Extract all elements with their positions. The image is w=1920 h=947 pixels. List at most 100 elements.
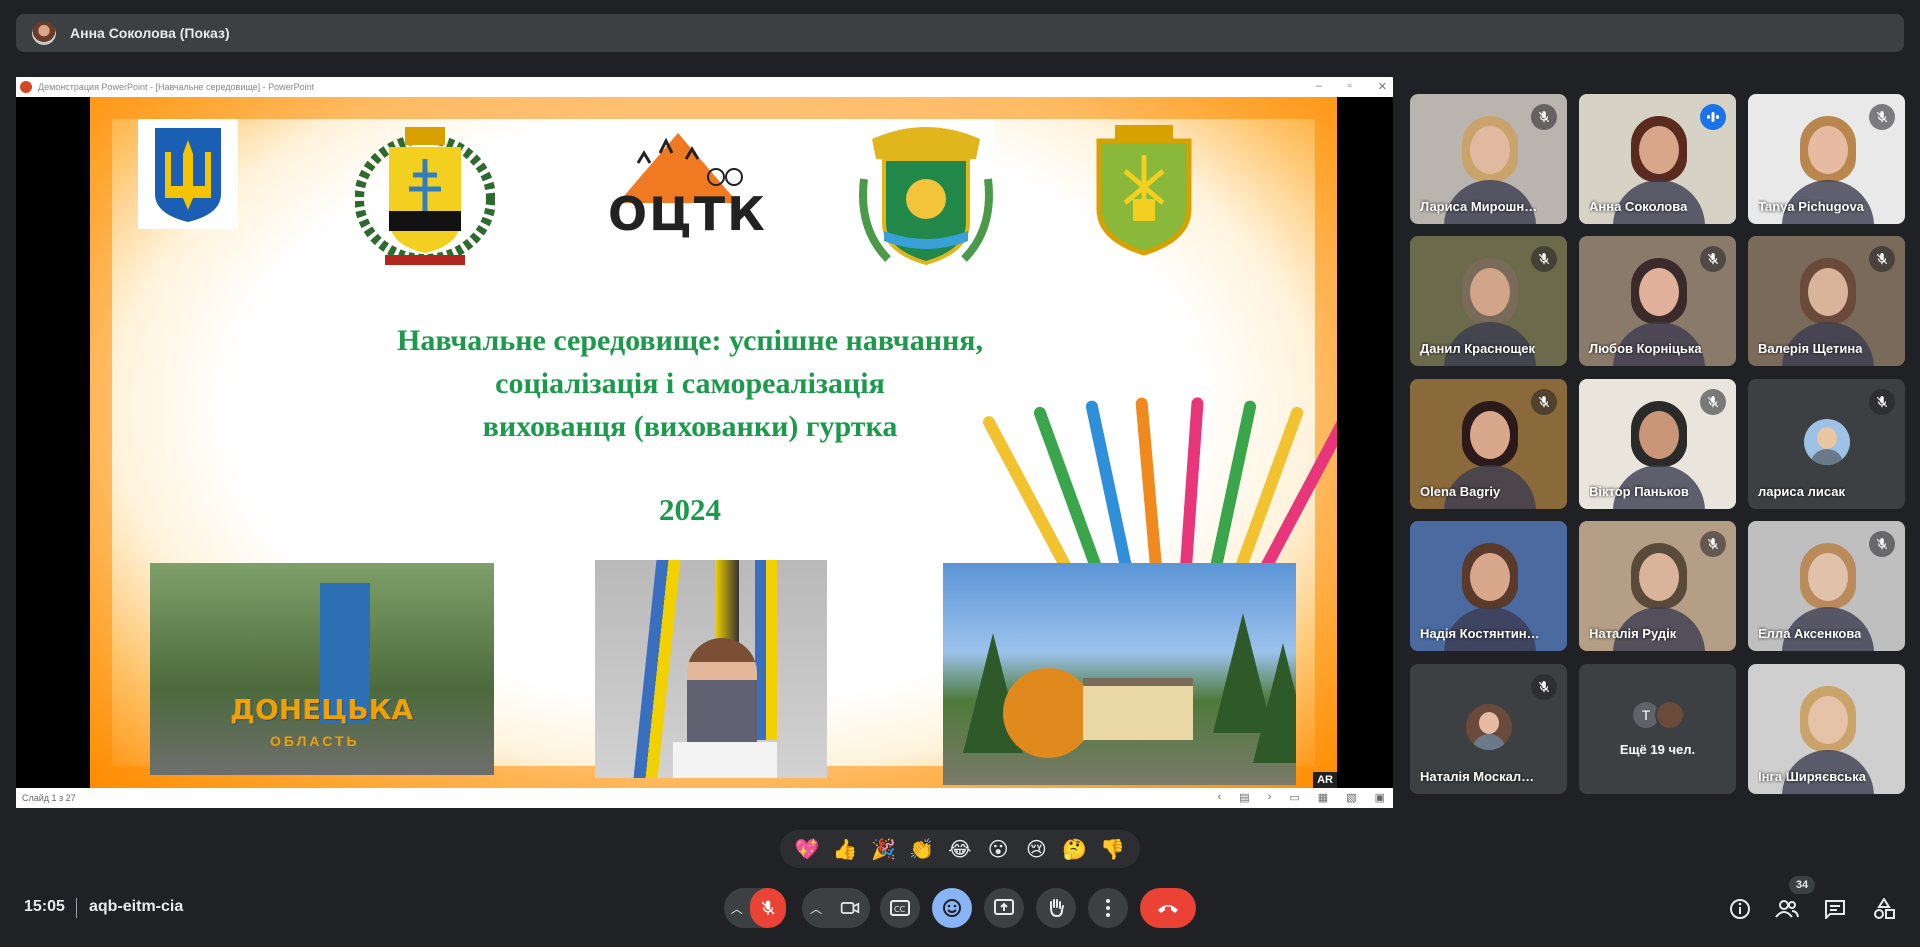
more-vert-icon [1106,899,1110,917]
corner-mark: AR [1313,772,1337,788]
reaction-emoji[interactable]: 👏 [905,832,939,866]
mic-off-icon [761,900,775,915]
sorter-view-icon: ▦ [1317,792,1329,804]
audio-options-chevron-icon[interactable]: ︿ [724,900,750,917]
donetsk-sign-photo: ДОНЕЦЬКА ОБЛАСТЬ [150,563,494,775]
mic-muted-icon [1531,389,1557,415]
presenter-bar[interactable]: Анна Соколова (Показ) [16,14,1904,52]
mic-muted-icon [1531,674,1557,700]
participant-tile[interactable]: Лариса Мирошн… [1410,94,1567,224]
participant-name: Tanya Pichugova [1758,199,1864,214]
more-options-button[interactable] [1088,888,1128,928]
ppt-statusbar: Слайд 1 з 27 ‹ ▤ › ▭ ▦ ▧ ▣ [16,788,1393,808]
video-options-chevron-icon[interactable]: ︿ [802,900,830,917]
school-building [1083,678,1193,740]
raise-hand-button[interactable] [1036,888,1076,928]
minimize-icon: – [1315,80,1322,92]
slideshow-view-icon: ▣ [1374,792,1385,804]
shared-screen: Демонстрация PowerPoint - [Навчальне сер… [16,77,1393,808]
participant-tile[interactable]: Анна Соколова [1579,94,1736,224]
participant-name: Анна Соколова [1589,199,1688,214]
participant-tile[interactable]: Елла Аксенкова [1748,521,1905,651]
next-slide-icon: › [1267,791,1272,803]
powerpoint-icon [20,81,32,93]
present-screen-button[interactable] [984,888,1024,928]
slide-year: 2024 [659,492,721,527]
slide-title-line: вихованця (вихованки) гуртка [482,410,898,443]
participant-tile[interactable]: лариса лисак [1748,379,1905,509]
reactions-button[interactable] [932,888,972,928]
people-count-badge: 34 [1789,876,1815,894]
reaction-emoji[interactable]: 🤔 [1058,832,1092,866]
reaction-emoji[interactable]: 🎉 [867,832,901,866]
pencils-illustration [980,387,1337,570]
participant-mini-avatar [1655,700,1685,730]
ppt-titlebar: Демонстрация PowerPoint - [Навчальне сер… [16,77,1393,97]
participant-name: лариса лисак [1758,484,1846,499]
participant-tile[interactable]: Інга Ширяєвська [1748,664,1905,794]
captions-button[interactable]: CC [880,888,920,928]
reaction-emoji[interactable]: 😮 [981,832,1015,866]
participant-name: Olena Bagriy [1420,484,1501,499]
participant-name: Інга Ширяєвська [1758,769,1866,784]
participant-tile[interactable]: T Ещё 19 чел. [1579,664,1736,794]
more-participants-avatars: T [1631,700,1685,730]
octk-logo: ОЦТК [598,119,765,249]
people-button[interactable] [1771,893,1803,925]
ppt-window-title: Демонстрация PowerPoint - [Навчальне сер… [38,82,315,92]
participant-tile[interactable]: Віктор Паньков [1579,379,1736,509]
slide-menu-icon: ▤ [1239,792,1250,804]
info-icon [1730,899,1750,919]
participant-tile[interactable]: Данил Краснощек [1410,236,1567,366]
camera-toggle-button[interactable] [830,888,870,928]
participant-tile[interactable]: Наталія Рудік [1579,521,1736,651]
meeting-info-button[interactable] [1724,893,1756,925]
chat-button[interactable] [1819,893,1851,925]
participant-name: Наталія Рудік [1589,626,1677,641]
sign-subtext: ОБЛАСТЬ [270,733,360,749]
activities-icon [1874,898,1895,919]
slide-title-line: соціалізація і самореалізація [495,367,885,400]
leave-call-button[interactable] [1140,888,1196,928]
reaction-emoji[interactable]: 😢 [1019,832,1053,866]
mic-toggle-button[interactable] [749,888,786,928]
reaction-emoji[interactable]: 💖 [790,832,824,866]
presenter-label: Анна Соколова (Показ) [70,25,230,41]
mic-muted-icon [1700,246,1726,272]
hang-up-icon [1158,905,1178,913]
meeting-code[interactable]: aqb-eitm-cia [89,898,183,916]
participant-tile[interactable]: Любов Корніцька [1579,236,1736,366]
octk-logo-text: ОЦТК [608,187,767,241]
participant-name: Лариса Мирошн… [1420,199,1538,214]
mic-control-group: ︿ [724,888,786,928]
reaction-emoji[interactable]: 👍 [828,832,862,866]
participant-name: Надія Костянтин… [1420,626,1540,641]
close-icon: ✕ [1377,81,1387,93]
city-emblem-green [858,119,994,271]
chat-icon [1825,900,1845,919]
participant-tile[interactable]: Наталія Москал… [1410,664,1567,794]
school-building-photo [943,563,1296,785]
speaking-indicator-icon [1700,104,1726,130]
svg-text:CC: CC [894,905,906,914]
participant-tile[interactable]: Tanya Pichugova [1748,94,1905,224]
mic-muted-icon [1531,246,1557,272]
participant-tile[interactable]: Надія Костянтин… [1410,521,1567,651]
reaction-emoji[interactable]: 👎 [1096,832,1130,866]
meeting-time: 15:05 [24,898,65,915]
participant-name: Наталія Москал… [1420,769,1535,784]
participant-name: Віктор Паньков [1589,484,1689,499]
autumn-tree [1003,668,1093,758]
reactions-bar: 💖 👍 🎉 👏 😂 😮 😢 🤔 👎 [780,830,1140,868]
reaction-emoji[interactable]: 😂 [943,832,977,866]
ukraine-trident-emblem [138,119,238,229]
participant-name: Любов Корніцька [1589,341,1702,356]
participant-name: Елла Аксенкова [1758,626,1862,641]
people-icon [1775,900,1799,918]
activities-button[interactable] [1868,893,1900,925]
prev-slide-icon: ‹ [1217,791,1222,803]
more-participants-label: Ещё 19 чел. [1619,742,1696,757]
mic-muted-icon [1869,531,1895,557]
participant-tile[interactable]: Olena Bagriy [1410,379,1567,509]
participant-tile[interactable]: Валерія Щетина [1748,236,1905,366]
